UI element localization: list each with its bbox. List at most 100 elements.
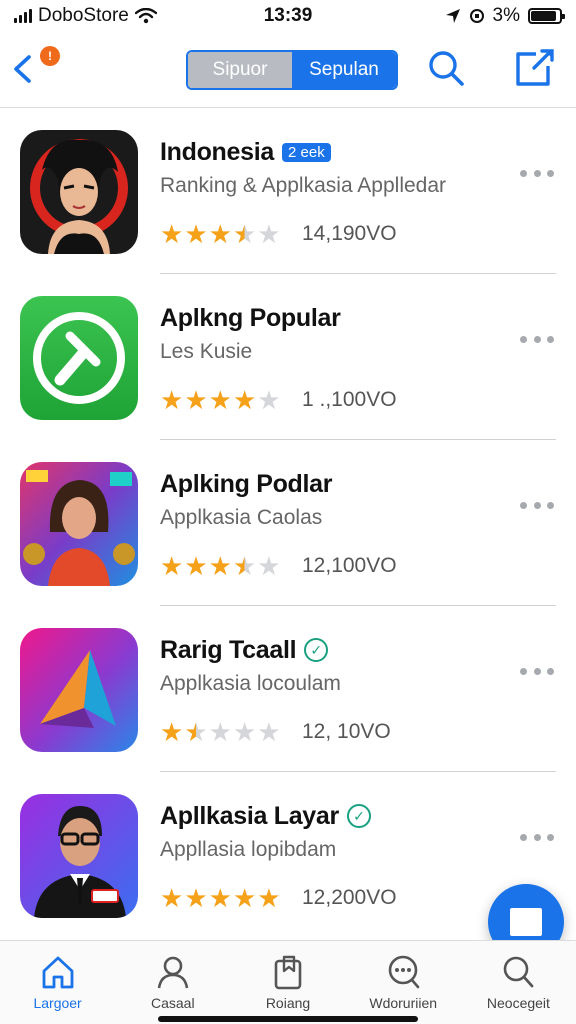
rating-count: 1 .,100VO	[302, 388, 397, 411]
more-dots-icon[interactable]	[520, 166, 554, 180]
app-badge: 2 eek	[282, 142, 331, 162]
tab-bar: Largoer Casaal Roiang Wdoruriien Neocege…	[0, 940, 576, 1024]
search-button[interactable]	[426, 48, 466, 88]
rating-line: ★ ★ ★ ★ ★ 12, 10VO	[160, 718, 556, 746]
app-subtitle: Appllasia lopibdam	[160, 838, 337, 861]
notification-badge: !	[40, 46, 60, 66]
verified-icon: ✓	[346, 804, 371, 828]
tab-bookmark[interactable]: Roiang	[230, 941, 345, 1024]
segmented-control: Sipuor Sepulan	[186, 50, 398, 90]
app-name-line: Apllkasia Layar ✓	[160, 800, 556, 832]
tab-label: Largoer	[33, 995, 82, 1011]
star-icon: ★	[160, 717, 184, 747]
star-rating: ★ ★ ★ ★ ★	[160, 553, 300, 579]
more-dots-icon[interactable]	[520, 498, 554, 512]
rating-line: ★ ★ ★ ★ ★ 14,190VO	[160, 220, 556, 248]
battery-fill	[531, 11, 557, 21]
tab-home[interactable]: Largoer	[0, 941, 115, 1024]
location-icon	[445, 9, 460, 23]
star-icon: ★	[184, 717, 208, 747]
search-icon	[429, 51, 464, 86]
app-subtitle: Applkasia Caolas	[160, 506, 323, 529]
star-icon: ★	[257, 385, 281, 415]
compose-button[interactable]	[512, 46, 556, 90]
tab-label: Roiang	[265, 995, 311, 1011]
star-icon: ★	[184, 883, 208, 913]
more-dots-icon[interactable]	[520, 332, 554, 346]
battery-percent: 3%	[492, 5, 520, 26]
star-icon: ★	[160, 883, 184, 913]
suited-man-icon	[20, 794, 138, 918]
home-indicator	[158, 1016, 418, 1022]
app-name-line: Rarig Tcaall ✓	[160, 634, 556, 666]
app-subtitle: Les Kusie	[160, 340, 253, 363]
app-row[interactable]: Indonesia 2 eek Ranking & Applkasia Appl…	[0, 108, 576, 274]
star-icon: ★	[208, 551, 232, 581]
app-subtitle: Ranking & Applkasia Applledar	[160, 174, 447, 197]
bookmark-icon	[274, 955, 302, 990]
star-icon: ★	[232, 551, 257, 581]
star-icon: ★	[184, 219, 208, 249]
more-dots-icon[interactable]	[520, 830, 554, 844]
rating-count: 14,190VO	[302, 222, 397, 245]
green-clock-icon	[20, 296, 138, 420]
app-info: Rarig Tcaall ✓ Applkasia locoulam ★ ★ ★ ★ ★ …	[160, 634, 556, 746]
rating-line: ★ ★ ★ ★ ★ 12,100VO	[160, 552, 556, 580]
segment-sepulan[interactable]: Sepulan	[292, 52, 396, 88]
game-woman-icon	[20, 462, 138, 586]
app-list: Indonesia 2 eek Ranking & Applkasia Appl…	[0, 108, 576, 938]
app-name-line: Aplking Podlar	[160, 468, 556, 500]
tab-label: Casaal	[151, 995, 195, 1011]
app-info: Indonesia 2 eek Ranking & Applkasia Appl…	[160, 136, 556, 248]
star-icon: ★	[208, 717, 232, 747]
app-row[interactable]: Aplkng Popular Les Kusie ★ ★ ★ ★ ★ 1 .,100VO	[0, 274, 576, 440]
star-rating: ★ ★ ★ ★ ★	[160, 719, 300, 745]
tab-person[interactable]: Casaal	[115, 941, 230, 1024]
star-icon: ★	[257, 883, 281, 913]
segment-sipuor[interactable]: Sipuor	[188, 52, 292, 88]
star-icon: ★	[160, 219, 184, 249]
nav-bar: ! Sipuor Sepulan	[0, 32, 576, 108]
chevron-left-icon	[14, 55, 31, 83]
star-icon: ★	[208, 219, 232, 249]
star-icon: ★	[184, 551, 208, 581]
star-icon: ★	[232, 883, 257, 913]
app-name: Indonesia	[160, 137, 274, 166]
tab-chat[interactable]: Wdoruriien	[346, 941, 461, 1024]
app-info: Apllkasia Layar ✓ Appllasia lopibdam ★ ★ ★…	[160, 800, 556, 912]
app-subtitle: Applkasia locoulam	[160, 672, 341, 695]
star-icon: ★	[184, 385, 208, 415]
rating-count: 12, 10VO	[302, 720, 391, 743]
verified-icon: ✓	[304, 638, 329, 662]
signal-icon	[14, 9, 32, 23]
home-icon	[42, 956, 73, 989]
wifi-icon	[134, 8, 157, 24]
rating-count: 12,200VO	[302, 886, 397, 909]
tab-label: Neocegeit	[486, 995, 550, 1011]
app-name: Apllkasia Layar	[160, 801, 339, 830]
square-icon	[510, 908, 542, 936]
tab-label: Wdoruriien	[369, 995, 438, 1011]
app-name-line: Indonesia 2 eek	[160, 136, 556, 168]
status-right: 3%	[445, 5, 565, 27]
status-left: DoboStore	[14, 5, 157, 27]
app-row[interactable]: Rarig Tcaall ✓ Applkasia locoulam ★ ★ ★ ★ ★ …	[0, 606, 576, 772]
star-icon: ★	[160, 551, 184, 581]
compose-icon	[516, 49, 554, 86]
person-icon	[157, 956, 189, 989]
chat-icon	[388, 955, 420, 989]
rating-count: 12,100VO	[302, 554, 397, 577]
star-icon: ★	[257, 717, 281, 747]
tab-search[interactable]: Neocegeit	[461, 941, 576, 1024]
app-info: Aplking Podlar Applkasia Caolas ★ ★ ★ ★ ★ 12…	[160, 468, 556, 580]
app-name: Rarig Tcaall	[160, 635, 297, 664]
battery-icon	[528, 8, 565, 24]
star-icon: ★	[232, 385, 257, 415]
back-button[interactable]	[6, 52, 40, 86]
status-bar: DoboStore 13:39 3%	[0, 0, 576, 32]
star-icon: ★	[257, 219, 281, 249]
more-dots-icon[interactable]	[520, 664, 554, 678]
app-info: Aplkng Popular Les Kusie ★ ★ ★ ★ ★ 1 .,100VO	[160, 302, 556, 414]
star-rating: ★ ★ ★ ★ ★	[160, 387, 300, 413]
app-row[interactable]: Aplking Podlar Applkasia Caolas ★ ★ ★ ★ ★ 12…	[0, 440, 576, 606]
